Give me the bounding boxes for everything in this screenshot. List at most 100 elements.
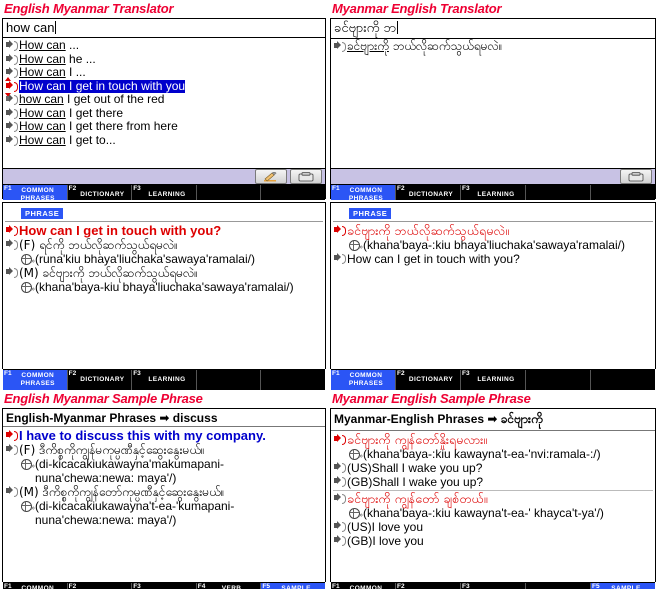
fkey-f2[interactable]: F2DICTIONARY	[67, 185, 133, 200]
phrase-line[interactable]: (US)Shall I wake you up?	[331, 461, 655, 475]
phrase-line[interactable]: (F) ရင်ကို ဘယ်လိုဆက်သွယ်ရမလဲ။	[3, 238, 325, 252]
result-row[interactable]: How can I get in touch with you	[3, 76, 325, 97]
phrase-line[interactable]: (US)I love you	[331, 520, 655, 534]
fkey-number: F1	[332, 370, 340, 377]
fkey-number: F2	[68, 583, 77, 589]
phrase-line[interactable]: (M) ဒီကိစ္စကိုကျွန်တော်ကုမ္ပဏီနှင့်ဆွေးန…	[3, 485, 325, 499]
device-screen-frame: PHRASE ခင်ဗျားကို ဘယ်လိုဆက်သွယ်ရမလဲ။» (kha…	[330, 202, 656, 390]
panel-6: Myanmar English Sample Phrase Myanmar-Eng…	[328, 390, 658, 589]
fkey-label: VERBCONJUGATION	[221, 585, 242, 589]
speaker-icon	[5, 486, 18, 497]
phrase-line[interactable]: How can I get in touch with you?	[3, 224, 325, 238]
phrase-line[interactable]: (GB)I love you	[331, 534, 655, 548]
fkey-empty-4	[591, 370, 655, 390]
fkey-label: LEARNING	[148, 376, 186, 383]
phrase-line[interactable]: » (runa'kiu bhaya'liuchaka'sawaya'ramalai…	[3, 252, 325, 266]
phrase-line[interactable]: How can I get in touch with you?	[331, 252, 655, 266]
search-input[interactable]: ခင်ဗျားကို ဘ	[331, 19, 655, 39]
folder-button[interactable]	[620, 169, 652, 184]
fkey-empty-3	[526, 185, 591, 200]
fkey-f1[interactable]: F1 COMMONPHRASES	[3, 583, 68, 589]
result-row[interactable]: How can I get there	[3, 105, 325, 121]
panel-2: Myanmar English Translator ခင်ဗျားကို ဘခင…	[328, 0, 658, 200]
phrase-header-title: Myanmar-English Phrases	[334, 412, 485, 426]
phrase-line[interactable]: (F) ဒီကိစ္စကိုကျွန်မကုမ္ပဏီနှင့်ဆွေးနွေး…	[3, 443, 325, 457]
result-row[interactable]: How can I ...	[3, 65, 325, 80]
speaker-icon	[5, 239, 18, 250]
phrase-line[interactable]: I have to discuss this with my company.	[3, 429, 325, 443]
speaker-icon	[5, 53, 18, 65]
phrase-line[interactable]: » (khana'baya-:kiu kawayna't-ea-' khayca'…	[331, 506, 655, 520]
fkey-f3[interactable]: F3LEARNING	[132, 185, 197, 200]
phrase-text: (US)I love you	[347, 520, 424, 534]
phrase-line[interactable]: » (khana'baya-kiu bhaya'liuchaka'sawaya'r…	[3, 280, 325, 294]
fkey-f3[interactable]: F3LEARNING	[132, 583, 197, 589]
fkey-f4[interactable]: F4 VERBCONJUGATION	[196, 583, 262, 589]
fkey-f3[interactable]: F3LEARNING	[461, 370, 526, 390]
fkey-f5[interactable]: F5 SAMPLEPHRASE	[591, 583, 655, 589]
fkey-label: LEARNING	[148, 191, 186, 198]
speaker-icon	[333, 535, 346, 546]
folder-button[interactable]	[290, 169, 322, 184]
result-rest: I get in touch with you	[65, 78, 186, 93]
function-key-bar: F1 COMMON PHRASES F2 DICTIONARY F3 LEARNING	[3, 369, 325, 390]
fkey-f2[interactable]: F2DICTIONARY	[67, 370, 133, 390]
fkey-f5[interactable]: F5 SAMPLEPHRASE	[261, 583, 325, 589]
search-input[interactable]: how can	[3, 19, 325, 38]
fkey-f3[interactable]: F3LEARNING	[461, 185, 526, 200]
result-match: How can	[19, 132, 66, 147]
phrase-line[interactable]: (M) ခင်ဗျားကို ဘယ်လိုဆက်သွယ်ရမလဲ။	[3, 266, 325, 280]
fkey-f1[interactable]: F1 COMMONPHRASES	[3, 185, 68, 200]
result-row[interactable]: how can I get out of the red	[3, 92, 325, 107]
result-row[interactable]: How can I get to...	[3, 132, 325, 148]
phrase-line[interactable]: » (khana'baya-:kiu kawayna't-ea-'nvi:rama…	[331, 447, 655, 461]
result-text: How can I ...	[19, 65, 86, 80]
device-screen-frame: English-Myanmar Phrases ➡ discuss I have …	[2, 408, 326, 589]
result-row[interactable]: How can ...	[3, 38, 325, 53]
fkey-f1[interactable]: F1 COMMONPHRASES	[3, 370, 68, 390]
result-row[interactable]: How can I get there from here	[3, 119, 325, 134]
panel-4: PHRASE ခင်ဗျားကို ဘယ်လိုဆက်သွယ်ရမလဲ။» (kha…	[328, 200, 658, 390]
speaker-icon	[5, 40, 18, 51]
phrase-line[interactable]: » (di-kicacakiukawayna'makumapani-nuna'ch…	[3, 457, 325, 485]
function-key-bar: F1 COMMON PHRASES F2 DICTIONARY F3 LEARNING	[331, 369, 655, 390]
fkey-f3[interactable]: F3LEARNING	[132, 370, 197, 390]
fkey-f1[interactable]: F1 COMMONPHRASES	[331, 583, 396, 589]
function-key-bar: F1 COMMON PHRASES F2 DICTIONARY F3 LEARNING	[3, 184, 325, 200]
arrow-icon: ➡	[156, 411, 173, 425]
fkey-f2[interactable]: F2DICTIONARY	[67, 583, 133, 589]
arrow-icon: ➡	[484, 412, 501, 426]
function-key-bar: F1 COMMONPHRASES F2DICTIONARYF3LEARNINGF4 V…	[3, 582, 325, 589]
fkey-f2[interactable]: F2DICTIONARY	[396, 185, 461, 200]
phrase-line[interactable]: » (khana'baya-:kiu bhaya'liuchaka'sawaya'…	[331, 238, 655, 252]
result-text: How can ...	[19, 38, 79, 53]
screen-toolbar	[3, 168, 325, 184]
phrase-body: How can I get in touch with you? (F) ရင်က…	[3, 222, 325, 294]
fkey-f1[interactable]: F1 COMMONPHRASES	[331, 370, 396, 390]
edit-button[interactable]	[255, 169, 287, 184]
result-row[interactable]: How can he ...	[3, 52, 325, 67]
phrase-line[interactable]: ခင်ဗျားကို ကျွန်တော် ချစ်တယ်။	[331, 492, 655, 506]
phrase-body: ခင်ဗျားကို ဘယ်လိုဆက်သွယ်ရမလဲ။» (khana'bay…	[331, 222, 655, 266]
result-text: How can I get in touch with you	[19, 78, 186, 93]
speaker-icon	[333, 521, 346, 532]
fkey-f2[interactable]: F2DICTIONARY	[396, 583, 461, 589]
phrase-text: (khana'baya-:kiu bhaya'liuchaka'sawaya'r…	[363, 238, 625, 252]
phrase-text: (khana'baya-:kiu kawayna't-ea-' khayca't…	[363, 506, 604, 520]
phrase-text: I have to discuss this with my company.	[19, 428, 266, 443]
fkey-number: F3	[462, 185, 470, 192]
fkey-f1[interactable]: F1 COMMONPHRASES	[331, 185, 396, 200]
result-match: How can	[19, 105, 66, 120]
phrase-line[interactable]: (GB)Shall I wake you up?	[331, 475, 655, 489]
phrase-line[interactable]: ခင်ဗျားကို ဘယ်လိုဆက်သွယ်ရမလဲ။	[331, 224, 655, 238]
result-row[interactable]: ခင်ဗျားကို ဘယ်လိုဆက်သွယ်ရမလဲ။	[331, 39, 655, 54]
fkey-f3[interactable]: F3LEARNING	[461, 583, 526, 589]
phrase-text: (di-kicacakiukawayna'makumapani-nuna'che…	[35, 457, 225, 485]
speaker-icon-red	[333, 225, 346, 236]
fkey-label: DICTIONARY	[80, 376, 125, 383]
phrase-line[interactable]: » (di-kicacakiukawayna't-ea-'kumapani-nun…	[3, 499, 325, 527]
result-rest: ဘယ်လိုဆက်သွယ်ရမလဲ။	[388, 39, 503, 53]
fkey-f2[interactable]: F2DICTIONARY	[396, 370, 461, 390]
phrase-line[interactable]: ခင်ဗျားကို ကျွန်တော်နှိုးရမလား။	[331, 433, 655, 447]
function-key-bar: F1 COMMON PHRASES F2 DICTIONARY F3 LEARNING	[331, 184, 655, 200]
